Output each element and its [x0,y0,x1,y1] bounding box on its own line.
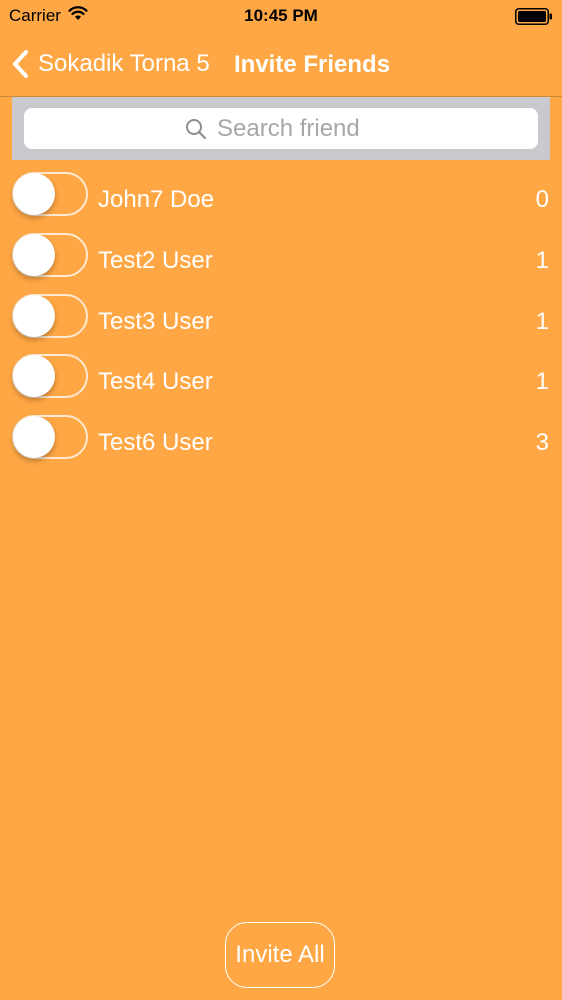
friend-list: John7 Doe 0 Test2 User 1 Test3 User 1 Te… [0,170,562,474]
toggle-knob [13,355,55,398]
search-field[interactable] [24,108,538,149]
list-item: Test4 User 1 [0,352,562,413]
friend-name: Test2 User [98,246,213,274]
search-bar [12,97,550,160]
friend-name: John7 Doe [98,186,215,213]
navigation-bar: Sokadik Torna 5 Invite Friends [0,32,562,97]
status-bar: Carrier 10:45 PM [0,0,562,32]
friend-name: Test3 User [98,307,213,335]
friend-count: 3 [535,429,549,456]
invite-toggle[interactable] [12,172,88,216]
list-item: Test3 User 1 [0,292,562,353]
list-item: John7 Doe 0 [0,170,562,231]
list-item: Test6 User 3 [0,413,562,474]
toggle-knob [13,173,55,215]
back-label: Sokadik Torna 5 [38,50,210,77]
toggle-knob [13,294,55,337]
friend-name: Test6 User [98,429,213,456]
list-item: Test2 User 1 [0,231,562,292]
back-button[interactable]: Sokadik Torna 5 [10,49,210,79]
toggle-knob [13,233,55,276]
friend-name: Test4 User [98,368,213,396]
page-title: Invite Friends [234,51,391,78]
battery-icon [515,8,553,30]
toggle-knob [13,416,55,458]
invite-toggle[interactable] [12,293,88,338]
friend-count: 0 [535,186,549,213]
friend-count: 1 [535,307,549,335]
status-time: 10:45 PM [244,6,318,25]
friend-count: 1 [535,246,549,274]
invite-all-button[interactable]: Invite All [225,922,335,988]
invite-toggle[interactable] [12,232,88,277]
chevron-left-icon [10,49,32,79]
invite-toggle[interactable] [12,415,88,459]
friend-count: 1 [535,368,549,396]
invite-toggle[interactable] [12,354,88,399]
search-icon [185,118,207,140]
search-input[interactable] [217,114,377,143]
